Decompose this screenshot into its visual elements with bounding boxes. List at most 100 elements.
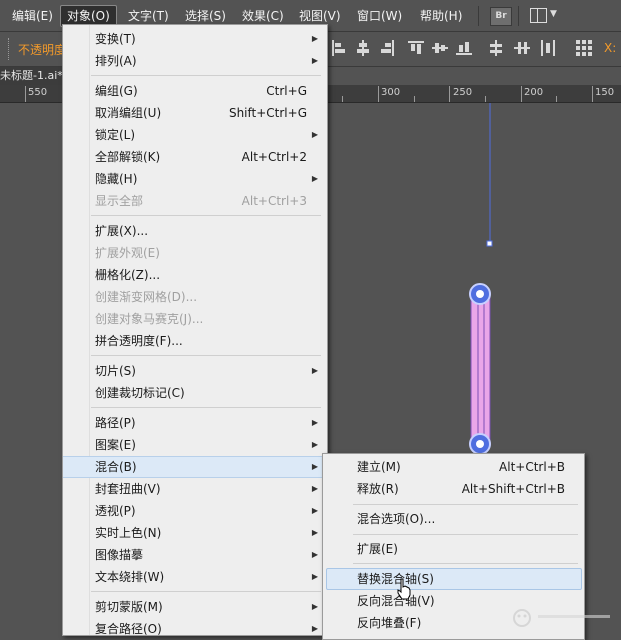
submenu-arrow-icon: ▶ [311, 484, 318, 493]
menu-item-shortcut: Alt+Ctrl+B [499, 460, 565, 474]
menu-separator [91, 215, 321, 216]
hand-cursor-icon [397, 578, 411, 600]
menu-item-label: 创建渐变网格(D)... [95, 290, 198, 304]
submenu-arrow-icon: ▶ [311, 550, 318, 559]
menu-item-blend-release[interactable]: 释放(R) Alt+Shift+Ctrl+B [323, 478, 584, 500]
menu-item-blend-options[interactable]: 混合选项(O)... [323, 508, 584, 530]
distribute-horizontal-icon[interactable] [540, 40, 556, 56]
menu-item-replace-spine[interactable]: 替换混合轴(S) [326, 568, 582, 590]
menu-item-label: 图像描摹 [95, 548, 144, 562]
submenu-arrow-icon: ▶ [311, 506, 318, 515]
align-left-icon[interactable] [331, 40, 347, 56]
ruler-label: 200 [524, 87, 544, 98]
menu-item-perspective[interactable]: 透视(P) ▶ [63, 500, 327, 522]
submenu-arrow-icon: ▶ [311, 174, 318, 183]
menu-item-blend-expand[interactable]: 扩展(E) [323, 538, 584, 560]
menu-item-label: 隐藏(H) [95, 172, 138, 186]
menu-item-expand[interactable]: 扩展(X)... [63, 220, 327, 242]
workspace-switcher-button[interactable]: ▼ [530, 7, 560, 24]
menu-item-label: 剪切蒙版(M) [95, 600, 163, 614]
menu-item-compound-path[interactable]: 复合路径(O) ▶ [63, 618, 327, 640]
menu-item-create-gradient-mesh[interactable]: 创建渐变网格(D)... [63, 286, 327, 308]
bridge-button[interactable]: Br [490, 7, 512, 26]
menu-item-label: 混合选项(O)... [357, 512, 436, 526]
menu-view[interactable]: 视图(V) [293, 6, 347, 26]
menu-item-label: 路径(P) [95, 416, 136, 430]
menu-item-group[interactable]: 编组(G) Ctrl+G [63, 80, 327, 102]
submenu-arrow-icon: ▶ [311, 366, 318, 375]
grip-handle[interactable] [8, 38, 11, 60]
menu-item-shortcut: Alt+Shift+Ctrl+B [461, 482, 565, 496]
menu-item-unlock-all[interactable]: 全部解锁(K) Alt+Ctrl+2 [63, 146, 327, 168]
menu-item-label: 图案(E) [95, 438, 136, 452]
opacity-label[interactable]: 不透明度 [18, 41, 66, 58]
menu-divider [518, 6, 519, 26]
grid-icon[interactable] [576, 40, 592, 56]
chevron-down-icon: ▼ [550, 9, 557, 19]
menu-item-pattern[interactable]: 图案(E) ▶ [63, 434, 327, 456]
menu-item-arrange[interactable]: 排列(A) ▶ [63, 50, 327, 72]
menu-separator [353, 563, 578, 564]
align-right-icon[interactable] [379, 40, 395, 56]
menu-item-expand-appearance[interactable]: 扩展外观(E) [63, 242, 327, 264]
align-middle-icon[interactable] [432, 40, 448, 56]
align-top-icon[interactable] [408, 40, 424, 56]
menu-item-lock[interactable]: 锁定(L) ▶ [63, 124, 327, 146]
menu-item-rasterize[interactable]: 栅格化(Z)... [63, 264, 327, 286]
menu-item-shortcut: Alt+Ctrl+2 [241, 150, 307, 164]
menu-item-transform[interactable]: 变换(T) ▶ [63, 28, 327, 50]
ruler-label: 150 [595, 87, 615, 98]
menu-edit[interactable]: 编辑(E) [6, 6, 59, 26]
menu-item-blend-make[interactable]: 建立(M) Alt+Ctrl+B [323, 456, 584, 478]
menu-item-create-object-mosaic[interactable]: 创建对象马赛克(J)... [63, 308, 327, 330]
distribute-vertical-icon[interactable] [488, 40, 504, 56]
ruler-label: 300 [381, 87, 401, 98]
menu-help[interactable]: 帮助(H) [414, 6, 468, 26]
menu-item-label: 锁定(L) [95, 128, 136, 142]
submenu-arrow-icon: ▶ [311, 418, 318, 427]
menu-item-slice[interactable]: 切片(S) ▶ [63, 360, 327, 382]
menu-item-label: 创建对象马赛克(J)... [95, 312, 204, 326]
distribute-center-icon[interactable] [514, 40, 530, 56]
align-center-icon[interactable] [355, 40, 371, 56]
menu-item-label: 取消编组(U) [95, 106, 162, 120]
menu-window[interactable]: 窗口(W) [351, 6, 408, 26]
menu-item-hide[interactable]: 隐藏(H) ▶ [63, 168, 327, 190]
align-bottom-icon[interactable] [456, 40, 472, 56]
menu-item-label: 文本绕排(W) [95, 570, 165, 584]
menu-item-envelope-distort[interactable]: 封套扭曲(V) ▶ [63, 478, 327, 500]
menu-item-image-trace[interactable]: 图像描摹 ▶ [63, 544, 327, 566]
menu-item-text-wrap[interactable]: 文本绕排(W) ▶ [63, 566, 327, 588]
menu-item-label: 显示全部 [95, 194, 144, 208]
submenu-arrow-icon: ▶ [311, 130, 318, 139]
anchor-point[interactable] [486, 240, 493, 247]
blend-object[interactable] [470, 294, 491, 446]
document-tab[interactable]: 未标题-1.ai* [0, 67, 62, 85]
menu-item-clipping-mask[interactable]: 剪切蒙版(M) ▶ [63, 596, 327, 618]
menu-item-live-paint[interactable]: 实时上色(N) ▶ [63, 522, 327, 544]
menu-item-label: 建立(M) [357, 460, 401, 474]
menu-item-path[interactable]: 路径(P) ▶ [63, 412, 327, 434]
ruler-label: 250 [453, 87, 473, 98]
anchor-center-icon [476, 440, 484, 448]
menu-effect[interactable]: 效果(C) [236, 6, 290, 26]
menu-item-label: 复合路径(O) [95, 622, 162, 636]
menu-separator [91, 75, 321, 76]
object-menu: 变换(T) ▶ 排列(A) ▶ 编组(G) Ctrl+G 取消编组(U) Shift+C… [62, 24, 328, 636]
menu-item-label: 透视(P) [95, 504, 136, 518]
menu-item-ungroup[interactable]: 取消编组(U) Shift+Ctrl+G [63, 102, 327, 124]
menu-item-label: 编组(G) [95, 84, 138, 98]
menu-select[interactable]: 选择(S) [179, 6, 232, 26]
menu-separator [353, 504, 578, 505]
menu-item-create-trim-marks[interactable]: 创建裁切标记(C) [63, 382, 327, 404]
menu-item-label: 封套扭曲(V) [95, 482, 161, 496]
menu-item-label: 创建裁切标记(C) [95, 386, 185, 400]
menu-item-label: 全部解锁(K) [95, 150, 161, 164]
menu-type[interactable]: 文字(T) [122, 6, 175, 26]
menu-item-show-all[interactable]: 显示全部 Alt+Ctrl+3 [63, 190, 327, 212]
menu-item-shortcut: Ctrl+G [266, 84, 307, 98]
menu-item-blend[interactable]: 混合(B) ▶ [63, 456, 327, 478]
menu-item-flatten-transparency[interactable]: 拼合透明度(F)... [63, 330, 327, 352]
menu-item-shortcut: Shift+Ctrl+G [228, 106, 307, 120]
layout-icon [530, 8, 547, 23]
